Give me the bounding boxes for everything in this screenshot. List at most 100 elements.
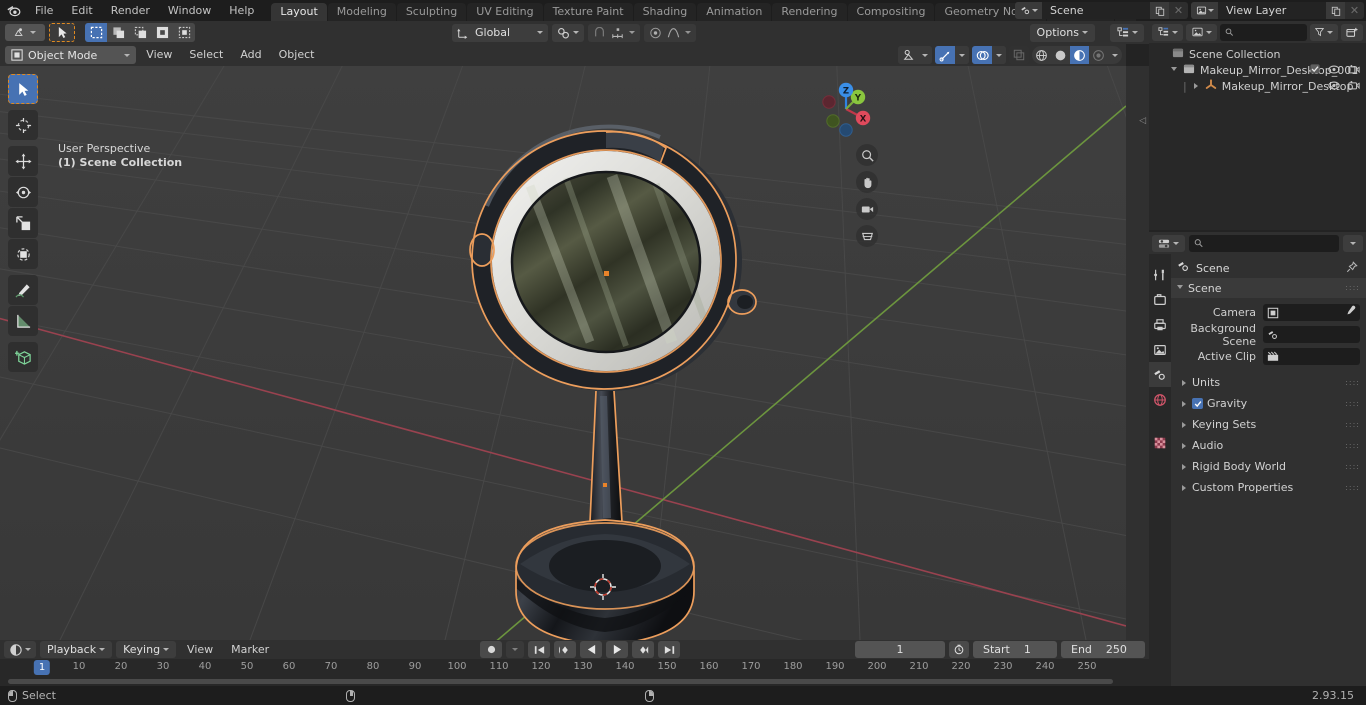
camera-icon[interactable]: [1348, 64, 1360, 77]
show-overlays-icon[interactable]: [972, 46, 992, 64]
jump-to-start-button[interactable]: [528, 641, 550, 658]
expand-sidebar-arrow-icon[interactable]: ◁: [1139, 116, 1146, 126]
menu-edit[interactable]: Edit: [62, 0, 101, 21]
auto-keying-toggle[interactable]: [480, 641, 502, 658]
timeline-horizontal-scrollbar[interactable]: [8, 679, 1113, 684]
unlink-scene-icon[interactable]: ✕: [1169, 2, 1188, 19]
current-frame-field[interactable]: 1: [855, 641, 945, 658]
3d-viewport[interactable]: User Perspective (1) Scene Collection X …: [0, 66, 1126, 640]
view-layer-icon[interactable]: [1191, 2, 1218, 19]
workspace-tab-animation[interactable]: Animation: [697, 3, 772, 21]
menu-help[interactable]: Help: [220, 0, 263, 21]
timeline-editor-type-icon[interactable]: [4, 641, 36, 658]
viewport-menu-add[interactable]: Add: [233, 46, 268, 64]
rendered-shading-icon[interactable]: [1089, 46, 1108, 64]
blender-logo-icon[interactable]: [0, 0, 26, 21]
outliner-search-input[interactable]: [1220, 23, 1307, 41]
options-button[interactable]: Options: [1029, 23, 1095, 42]
panel-header-rigid-body-world[interactable]: Rigid Body World ::::: [1171, 456, 1366, 477]
object-mode-selector[interactable]: Object Mode: [5, 46, 137, 64]
view-layer-selector[interactable]: View Layer ✕: [1191, 2, 1364, 19]
workspace-tab-sculpting[interactable]: Sculpting: [396, 3, 467, 21]
gizmo-selector[interactable]: [935, 46, 969, 64]
menu-file[interactable]: File: [26, 0, 62, 21]
tab-view-layer[interactable]: [1149, 337, 1171, 362]
tab-scene[interactable]: [1149, 362, 1171, 387]
tab-texture[interactable]: [1149, 430, 1171, 455]
outliner-editor-type-selector[interactable]: [1110, 23, 1144, 42]
gravity-checkbox[interactable]: [1192, 398, 1203, 409]
eye-icon[interactable]: [1328, 80, 1340, 93]
xray-toggle-icon[interactable]: [1009, 46, 1029, 64]
chevron-right-icon[interactable]: [1193, 83, 1198, 89]
panel-header-gravity[interactable]: Gravity ::::: [1171, 393, 1366, 414]
select-intersect-mode[interactable]: [173, 23, 195, 42]
viewport-menu-object[interactable]: Object: [272, 46, 322, 64]
scale-tool[interactable]: [8, 208, 38, 238]
new-collection-button[interactable]: [1341, 23, 1363, 41]
properties-search-field[interactable]: [1207, 236, 1334, 250]
scene-selector[interactable]: Scene ✕: [1015, 2, 1188, 19]
viewport-menu-view[interactable]: View: [139, 46, 179, 64]
add-cube-tool[interactable]: [8, 342, 38, 372]
properties-search-input[interactable]: [1189, 234, 1339, 252]
playback-menu[interactable]: Playback: [40, 641, 113, 658]
cursor-tool[interactable]: [8, 110, 38, 140]
jump-to-end-button[interactable]: [658, 641, 680, 658]
shading-chevron-down-icon[interactable]: [1108, 46, 1122, 64]
workspace-tab-modeling[interactable]: Modeling: [327, 3, 396, 21]
show-gizmo-icon[interactable]: [935, 46, 955, 64]
remove-view-layer-icon[interactable]: ✕: [1345, 2, 1364, 19]
editor-type-selector[interactable]: [5, 24, 45, 41]
chevron-right-icon[interactable]: [1182, 463, 1186, 470]
workspace-tab-compositing[interactable]: Compositing: [847, 3, 935, 21]
select-subtract-mode[interactable]: [129, 23, 151, 42]
transform-tool[interactable]: [8, 239, 38, 269]
start-frame-field[interactable]: Start 1: [973, 641, 1057, 658]
menu-window[interactable]: Window: [159, 0, 220, 21]
overlays-selector[interactable]: [972, 46, 1006, 64]
overlays-chevron-down-icon[interactable]: [992, 46, 1006, 64]
outliner-search-field[interactable]: [1237, 25, 1302, 39]
select-extend-mode[interactable]: [107, 23, 129, 42]
panel-header-scene[interactable]: Scene ::::: [1171, 278, 1366, 298]
eye-icon[interactable]: [1328, 64, 1340, 77]
proportional-edit-selector[interactable]: [644, 23, 696, 42]
timeline-menu-marker[interactable]: Marker: [224, 641, 276, 659]
eyedropper-icon[interactable]: [1344, 305, 1356, 320]
workspace-tab-texture-paint[interactable]: Texture Paint: [543, 3, 633, 21]
camera-field[interactable]: [1263, 304, 1360, 321]
annotate-tool[interactable]: [8, 275, 38, 305]
checkbox-icon[interactable]: [1310, 63, 1320, 77]
outliner-display-mode-selector[interactable]: [1186, 23, 1217, 41]
background-scene-field[interactable]: [1263, 326, 1360, 343]
workspace-tab-uv-editing[interactable]: UV Editing: [467, 3, 543, 21]
transform-orientation-selector[interactable]: Global: [452, 23, 548, 42]
outliner-filter-button[interactable]: [1310, 23, 1338, 41]
panel-header-audio[interactable]: Audio ::::: [1171, 435, 1366, 456]
select-set-mode[interactable]: [85, 23, 107, 42]
end-frame-field[interactable]: End 250: [1061, 641, 1145, 658]
workspace-tab-rendering[interactable]: Rendering: [772, 3, 847, 21]
keying-menu[interactable]: Keying: [116, 641, 177, 658]
solid-shading-icon[interactable]: [1051, 46, 1070, 64]
play-button[interactable]: [606, 641, 628, 658]
next-keyframe-button[interactable]: [632, 641, 654, 658]
chevron-right-icon[interactable]: [1182, 484, 1186, 491]
new-view-layer-icon[interactable]: [1326, 2, 1345, 19]
panel-header-units[interactable]: Units ::::: [1171, 372, 1366, 393]
outliner-row-makeup-mirror-desktop[interactable]: | Makeup_Mirror_Desktop: [1149, 78, 1366, 94]
auto-keying-options-chevron-icon[interactable]: [506, 641, 524, 658]
snap-selector[interactable]: [588, 23, 640, 42]
tab-output[interactable]: [1149, 312, 1171, 337]
camera-view-icon[interactable]: [856, 198, 878, 220]
scene-icon[interactable]: [1015, 2, 1042, 19]
material-preview-shading-icon[interactable]: [1070, 46, 1089, 64]
active-tool-icon[interactable]: [49, 23, 75, 42]
toggle-ortho-icon[interactable]: [856, 225, 878, 247]
chevron-right-icon[interactable]: [1182, 421, 1186, 428]
camera-icon[interactable]: [1348, 80, 1360, 93]
active-clip-field[interactable]: [1263, 348, 1360, 365]
panel-header-keying-sets[interactable]: Keying Sets ::::: [1171, 414, 1366, 435]
tweak-tool[interactable]: [8, 74, 38, 104]
